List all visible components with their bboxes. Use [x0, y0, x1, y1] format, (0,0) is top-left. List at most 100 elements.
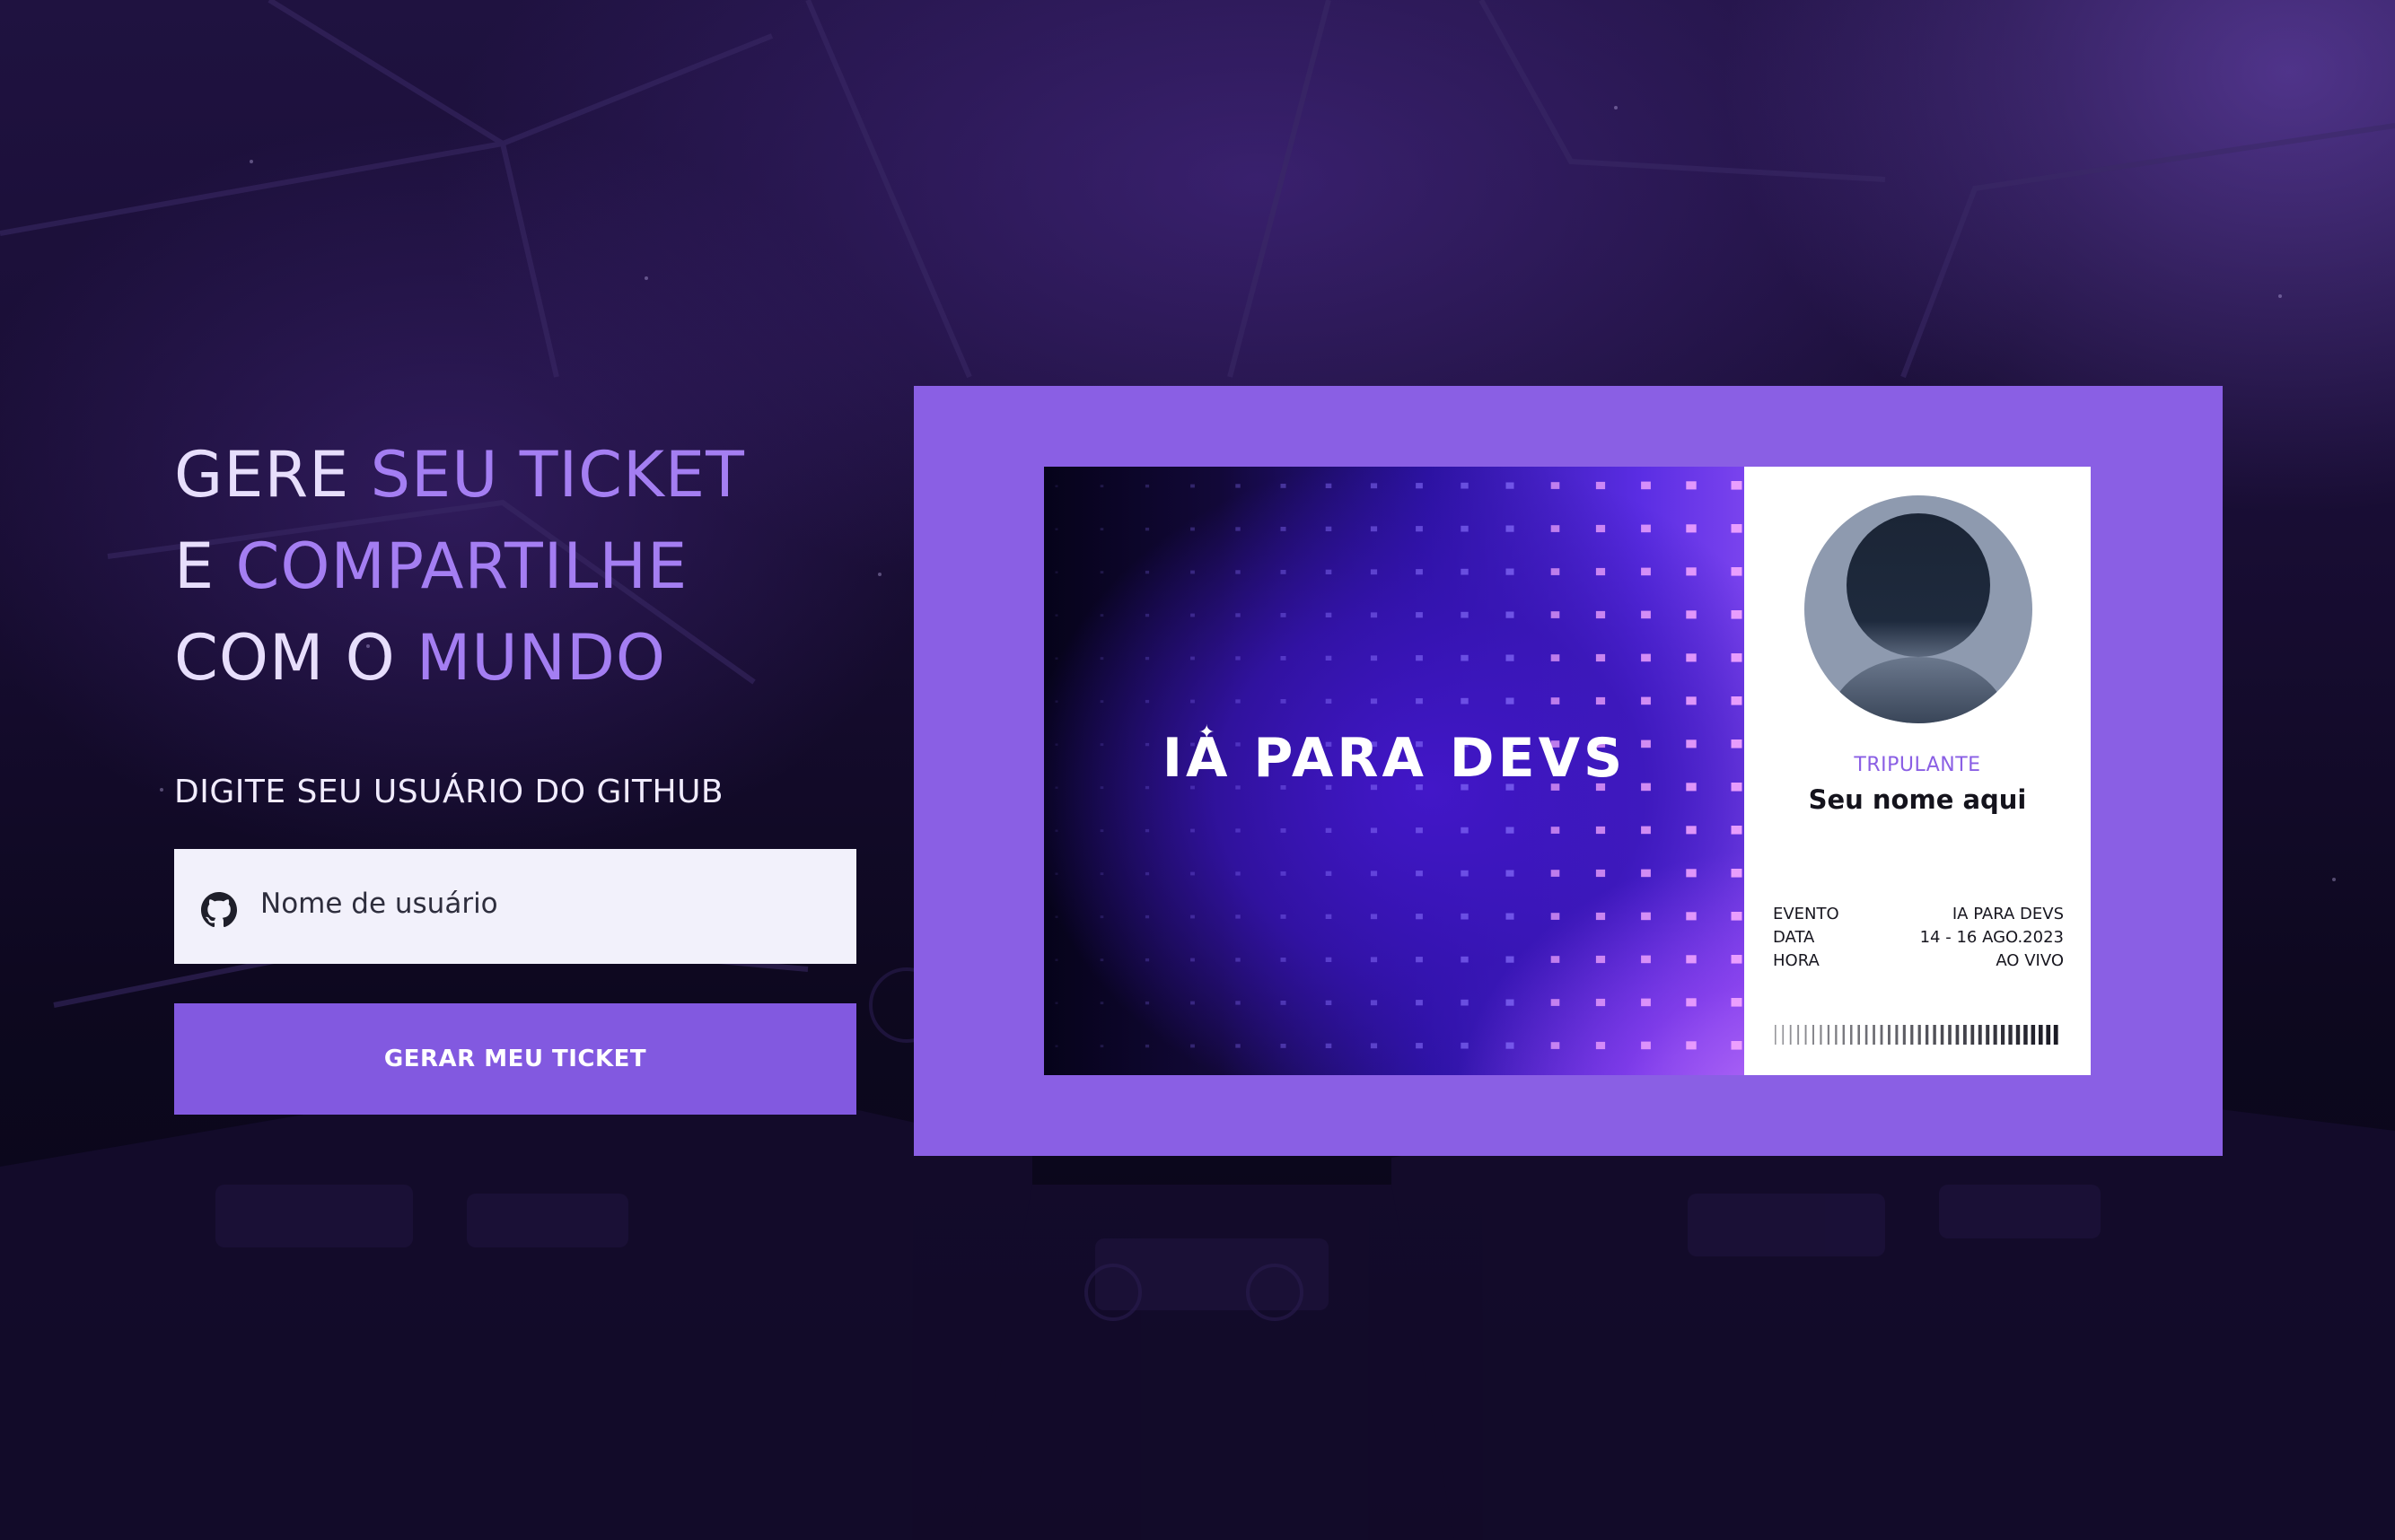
barcode-bar [1827, 1025, 1829, 1045]
ticket-preview-frame: IA PARA DEVS ✦ TRIPULANTE Seu nome aqui … [914, 386, 2223, 1156]
grid-dot [1505, 827, 1514, 834]
grid-dot [1595, 955, 1606, 964]
grid-dot [1641, 955, 1651, 964]
grid-dot [1055, 528, 1058, 530]
barcode-bar [1986, 1025, 1990, 1045]
grid-dot [1550, 525, 1560, 532]
detail-key: HORA [1773, 951, 1820, 970]
grid-dot [1416, 1043, 1423, 1049]
barcode-bar [1880, 1025, 1883, 1045]
grid-dot [1461, 525, 1469, 532]
grid-dot [1280, 828, 1286, 833]
grid-dot [1325, 698, 1332, 704]
grid-dot [1055, 1045, 1058, 1047]
grid-dot [1641, 567, 1651, 576]
grid-dot [1325, 914, 1332, 919]
barcode-icon [1775, 1025, 2058, 1045]
detail-value: AO VIVO [1996, 951, 2064, 970]
grid-dot [1416, 871, 1423, 877]
barcode-bar [1850, 1025, 1853, 1045]
grid-dot [1280, 527, 1286, 531]
grid-dot [1190, 527, 1195, 531]
barcode-bar [1933, 1025, 1936, 1045]
barcode-bar [1864, 1025, 1868, 1045]
grid-dot [1461, 654, 1469, 661]
barcode-bar [1842, 1025, 1845, 1045]
grid-dot [1370, 698, 1378, 704]
grid-dot [1686, 955, 1697, 964]
grid-dot [1190, 871, 1195, 876]
grid-dot [1280, 484, 1286, 488]
barcode-bar [1963, 1025, 1967, 1045]
grid-dot [1686, 1041, 1697, 1050]
barcode-bar [1917, 1025, 1921, 1045]
grid-dot [1235, 1001, 1241, 1005]
grid-dot [1235, 527, 1241, 531]
github-username-field[interactable] [174, 849, 856, 964]
barcode-bar [1970, 1025, 1975, 1045]
grid-dot [1370, 483, 1378, 489]
grid-dot [1235, 613, 1241, 617]
grid-dot [1595, 481, 1606, 490]
barcode-bar [1775, 1025, 1777, 1045]
grid-dot [1731, 912, 1742, 921]
barcode-bar [2046, 1025, 2051, 1045]
grid-dot [1595, 912, 1606, 921]
grid-dot [1280, 570, 1286, 574]
grid-dot [1550, 956, 1560, 963]
event-logo: IA PARA DEVS ✦ [1044, 722, 1744, 790]
grid-dot [1416, 526, 1423, 532]
grid-dot [1686, 481, 1697, 490]
grid-dot [1731, 653, 1742, 662]
grid-dot [1280, 958, 1286, 962]
headline-line-3: COM O MUNDO [174, 612, 745, 704]
grid-dot [1100, 1002, 1104, 1005]
grid-dot [1641, 653, 1651, 662]
grid-dot [1731, 998, 1742, 1007]
grid-dot [1505, 697, 1514, 704]
grid-dot [1416, 698, 1423, 704]
avatar-head [1847, 513, 1990, 657]
grid-dot [1641, 524, 1651, 533]
grid-dot [1731, 955, 1742, 964]
barcode-bar [1940, 1025, 1944, 1045]
grid-dot [1686, 524, 1697, 533]
grid-dot [1190, 484, 1195, 488]
grid-dot [1055, 700, 1058, 703]
grid-dot [1505, 956, 1514, 963]
grid-dot [1055, 571, 1058, 573]
grid-dot [1100, 872, 1104, 876]
grid-dot [1461, 611, 1469, 618]
grid-dot [1055, 872, 1058, 875]
github-username-input[interactable] [259, 887, 833, 921]
grid-dot [1686, 610, 1697, 619]
grid-dot [1100, 1045, 1104, 1048]
grid-dot [1416, 483, 1423, 489]
grid-dot [1686, 869, 1697, 878]
grid-dot [1055, 1002, 1058, 1004]
grid-dot [1190, 1001, 1195, 1005]
grid-dot [1686, 653, 1697, 662]
detail-row-time: HORA AO VIVO [1773, 949, 2064, 973]
generate-ticket-button[interactable]: GERAR MEU TICKET [174, 1003, 856, 1115]
grid-dot [1325, 1000, 1332, 1005]
grid-dot [1731, 610, 1742, 619]
grid-dot [1235, 914, 1241, 919]
barcode-bar [1978, 1025, 1982, 1045]
grid-dot [1370, 655, 1378, 661]
grid-dot [1641, 1041, 1651, 1050]
grid-dot [1145, 1001, 1150, 1005]
barcode-bar [1948, 1025, 1952, 1045]
grid-dot [1325, 569, 1332, 574]
grid-dot [1235, 484, 1241, 488]
grid-dot [1416, 957, 1423, 963]
grid-dot [1641, 998, 1651, 1007]
grid-dot [1731, 826, 1742, 835]
grid-dot [1461, 870, 1469, 877]
grid-dot [1325, 655, 1332, 661]
headline-text: COM O [174, 621, 417, 695]
ticket-info-panel: TRIPULANTE Seu nome aqui EVENTO IA PARA … [1744, 467, 2091, 1075]
grid-dot [1190, 699, 1195, 704]
headline-accent-text: MUNDO [416, 621, 666, 695]
grid-dot [1100, 958, 1104, 962]
